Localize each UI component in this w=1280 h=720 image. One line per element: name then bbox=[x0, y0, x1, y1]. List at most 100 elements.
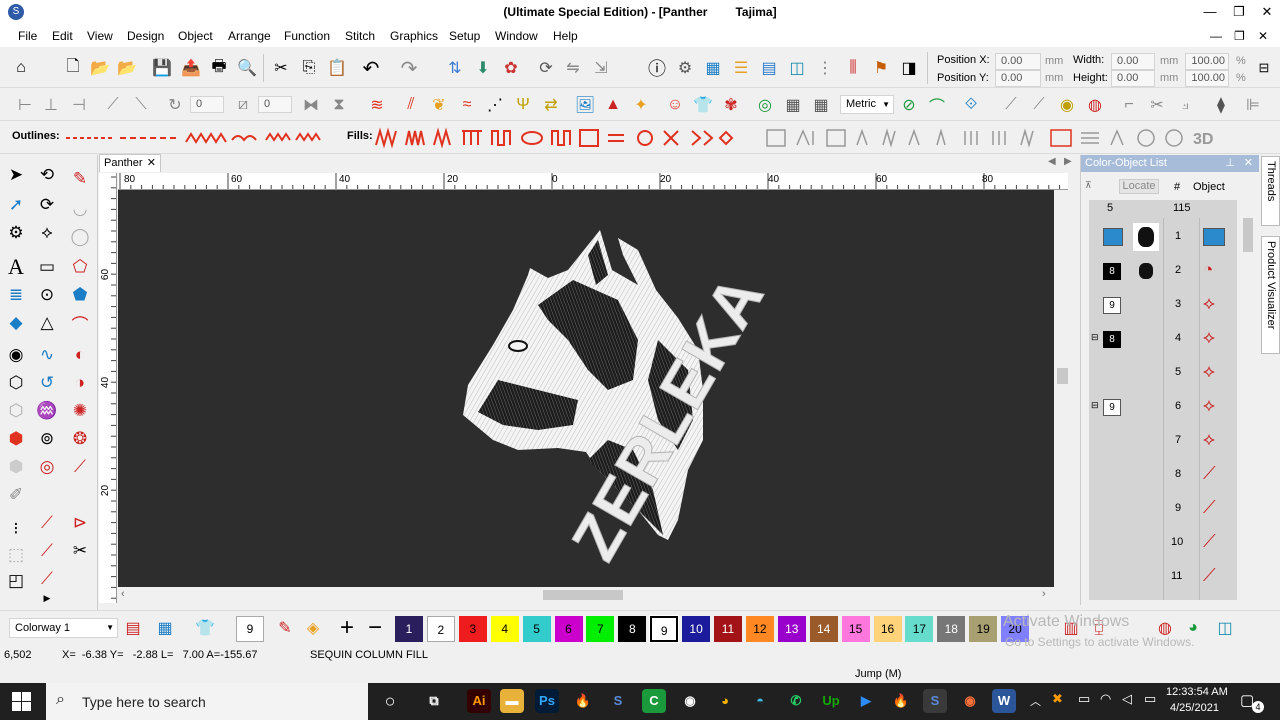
path-stitch-icon[interactable]: ⟋ bbox=[66, 453, 94, 481]
color-swatch[interactable]: 11 bbox=[714, 616, 742, 642]
collapse-all-icon[interactable]: ⊼ bbox=[1085, 180, 1092, 191]
scroll-left-icon[interactable]: ‹ bbox=[121, 588, 125, 600]
tab-scroll-left-icon[interactable]: ◀ bbox=[1048, 156, 1056, 167]
table-icon[interactable]: ▦ bbox=[810, 94, 832, 116]
color-swatch[interactable]: 3 bbox=[458, 616, 487, 642]
open-recent-icon[interactable]: 📂 bbox=[116, 57, 138, 79]
split-icon[interactable]: ⇄ bbox=[540, 94, 562, 116]
menu-help[interactable]: Help bbox=[553, 29, 578, 43]
run-tool-icon[interactable]: ⟋ bbox=[33, 537, 61, 565]
pattern-5-icon[interactable] bbox=[882, 128, 896, 148]
trim-icon[interactable]: ⟓ bbox=[1174, 94, 1196, 116]
color-swatch[interactable]: 17 bbox=[905, 616, 934, 642]
mdi-minimize-button[interactable]: — bbox=[1210, 29, 1222, 43]
garment-icon[interactable]: 👕 bbox=[194, 617, 216, 639]
height-field[interactable]: 0.00 bbox=[1111, 70, 1155, 87]
new-document-icon[interactable]: 🗋 bbox=[62, 57, 84, 79]
slant-icon[interactable]: ⧄ bbox=[232, 94, 254, 116]
spool-icon[interactable]: ◫ bbox=[1214, 617, 1236, 639]
paste-icon[interactable]: 📋 bbox=[326, 57, 348, 79]
monogram-icon[interactable]: ≣ bbox=[2, 281, 30, 309]
color-swatch[interactable]: 5 bbox=[522, 616, 551, 642]
hexagon-gray-icon[interactable]: ⬢ bbox=[2, 453, 30, 481]
mirror-v-icon[interactable]: ⧗ bbox=[328, 94, 350, 116]
expand-icon[interactable]: ⊟ bbox=[1091, 400, 1099, 411]
minimize-button[interactable]: — bbox=[1195, 2, 1225, 22]
hexagon-outline-icon[interactable]: ⬡ bbox=[2, 369, 30, 397]
menu-view[interactable]: View bbox=[87, 29, 113, 43]
firefox-icon[interactable]: ◉ bbox=[958, 689, 982, 713]
arc-tool-icon[interactable]: ◡ bbox=[66, 195, 94, 223]
cortana-icon[interactable]: ○ bbox=[378, 689, 402, 713]
color-swatch[interactable]: 14 bbox=[809, 616, 838, 642]
scroll-right-icon[interactable]: › bbox=[1042, 588, 1046, 600]
knife-icon[interactable]: ⟋ bbox=[1000, 94, 1022, 116]
column-tool-icon[interactable]: ◑ bbox=[66, 369, 94, 397]
stamp-icon[interactable]: ⚑ bbox=[870, 57, 892, 79]
lines-fill-style-icon[interactable] bbox=[608, 134, 624, 142]
sunburst-icon[interactable]: ✺ bbox=[66, 397, 94, 425]
tatami-fill-icon[interactable]: ⫽ bbox=[400, 94, 422, 116]
cut-tool-icon[interactable]: ⌐ bbox=[1118, 94, 1140, 116]
list-item[interactable]: 11 ⟋ bbox=[1089, 561, 1237, 595]
dash-box-icon[interactable]: ⬚ bbox=[2, 541, 30, 569]
redo-icon[interactable]: ↷ bbox=[398, 57, 420, 80]
pattern-9-icon[interactable] bbox=[992, 131, 1006, 145]
rotate-tool-icon[interactable]: ⟳ bbox=[535, 57, 557, 79]
list-item[interactable]: 1 bbox=[1089, 221, 1237, 255]
photoshop-icon[interactable]: Ps bbox=[535, 689, 559, 713]
align-right-icon[interactable]: ⊣ bbox=[68, 94, 90, 116]
ellipse-tool-icon[interactable]: ◯ bbox=[66, 223, 94, 251]
color-swatch[interactable]: 8 bbox=[618, 616, 647, 642]
copy-icon[interactable]: ⎘ bbox=[298, 57, 320, 79]
radial-fill-icon[interactable]: ❂ bbox=[66, 425, 94, 453]
pattern-1-icon[interactable] bbox=[766, 129, 786, 147]
color-swatch[interactable]: 19 bbox=[969, 616, 998, 642]
list-scroll-thumb[interactable] bbox=[1243, 218, 1253, 252]
color-swatch[interactable]: 7 bbox=[586, 616, 615, 642]
align-center-icon[interactable]: ⊥ bbox=[40, 94, 62, 116]
width-percent-field[interactable]: 100.00 bbox=[1185, 53, 1229, 70]
stitch-list-icon[interactable]: ☰ bbox=[730, 57, 752, 79]
node-select-icon[interactable]: ➚ bbox=[2, 191, 30, 219]
obs-icon[interactable]: ◉ bbox=[678, 689, 702, 713]
hexagon-red-icon[interactable]: ⬢ bbox=[2, 425, 30, 453]
grid-icon[interactable]: ⋮ bbox=[814, 57, 836, 79]
volume-icon[interactable]: ◁ bbox=[1122, 691, 1132, 707]
print-icon[interactable]: 🖶 bbox=[208, 57, 230, 79]
palette-icon[interactable]: ✾ bbox=[720, 94, 742, 116]
motif-fill-style-icon[interactable] bbox=[718, 130, 734, 146]
outline-styles[interactable] bbox=[64, 128, 329, 148]
bucket-icon[interactable]: ◉ bbox=[1056, 94, 1078, 116]
shapes-icon[interactable]: ▲ bbox=[602, 94, 624, 116]
satin-tool-icon[interactable]: ◐ bbox=[66, 341, 94, 369]
document-tab[interactable]: Panther ✕ bbox=[99, 154, 161, 172]
save-icon[interactable]: 💾 bbox=[151, 57, 173, 79]
spiral-tool-icon[interactable]: ∿ bbox=[33, 341, 61, 369]
pen-icon[interactable]: ✎ bbox=[66, 165, 94, 193]
edge-icon[interactable]: ◓ bbox=[748, 689, 772, 713]
list-item[interactable]: 8 ⟋ bbox=[1089, 459, 1237, 493]
vertical-scroll-thumb[interactable] bbox=[1057, 368, 1068, 384]
menu-object[interactable]: Object bbox=[178, 29, 213, 43]
word-icon[interactable]: W bbox=[992, 689, 1016, 713]
satin-fill-style-icon[interactable] bbox=[375, 127, 397, 149]
pattern-4-icon[interactable] bbox=[856, 128, 868, 146]
space-icon[interactable]: ⟍ bbox=[130, 94, 152, 116]
hexagon-light-icon[interactable]: ⬡ bbox=[2, 397, 30, 425]
color-swatch[interactable]: 10 bbox=[682, 616, 711, 642]
menu-graphics[interactable]: Graphics bbox=[390, 29, 438, 43]
list-item[interactable]: 7 ⟡ bbox=[1089, 425, 1237, 459]
chrome-icon[interactable]: ◕ bbox=[713, 689, 737, 713]
sequin-icon[interactable]: ◎ bbox=[33, 453, 61, 481]
windows-start-icon[interactable] bbox=[12, 692, 32, 712]
paint-bucket-icon[interactable]: ◈ bbox=[302, 617, 324, 639]
split-bar-icon[interactable]: ⧫ bbox=[1210, 94, 1232, 116]
shape-boolean-icon[interactable]: ◰ bbox=[2, 567, 30, 595]
units-select[interactable]: Metric ▼ bbox=[840, 95, 894, 114]
mirror-h-icon[interactable]: ⧓ bbox=[300, 94, 322, 116]
position-x-field[interactable]: 0.00 bbox=[995, 53, 1041, 70]
tray-expand-icon[interactable]: ︿ bbox=[1030, 693, 1041, 709]
tatami-fill-style-icon[interactable] bbox=[405, 130, 425, 146]
satin-fill-icon[interactable]: ≋ bbox=[366, 94, 388, 116]
